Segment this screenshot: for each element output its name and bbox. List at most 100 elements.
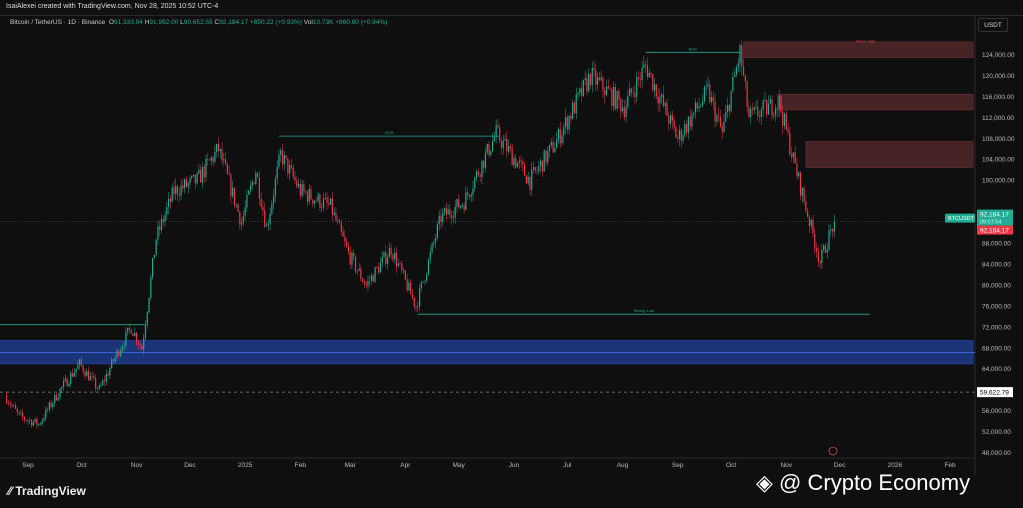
candle-body bbox=[794, 152, 796, 164]
candle-body bbox=[491, 140, 494, 151]
candle-body bbox=[246, 194, 248, 208]
candle-body bbox=[709, 84, 711, 103]
candle-body bbox=[570, 115, 572, 119]
currency-button[interactable]: USDT bbox=[978, 18, 1008, 32]
candle-body bbox=[6, 395, 8, 404]
candle-body bbox=[132, 333, 134, 336]
candle-body bbox=[659, 97, 661, 104]
candle-body bbox=[798, 172, 800, 177]
candle-body bbox=[680, 130, 682, 141]
candle-body bbox=[819, 261, 821, 264]
candle-body bbox=[86, 371, 88, 377]
candle-body bbox=[18, 411, 20, 414]
candle-body bbox=[305, 191, 307, 193]
candle-body bbox=[185, 179, 188, 187]
candle-body bbox=[614, 87, 616, 109]
candle-body bbox=[134, 332, 136, 336]
candle-body bbox=[810, 219, 812, 227]
y-tick-label: 104,000.00 bbox=[982, 157, 1015, 164]
candle-body bbox=[212, 157, 214, 162]
candle-body bbox=[684, 124, 686, 136]
candle-body bbox=[274, 178, 277, 196]
x-tick-label: Aug bbox=[617, 462, 629, 469]
candle-body bbox=[41, 420, 43, 424]
candle-body bbox=[330, 198, 332, 205]
candle-body bbox=[744, 75, 746, 82]
candle-body bbox=[613, 87, 615, 106]
candle-body bbox=[805, 201, 807, 211]
candle-body bbox=[513, 158, 515, 166]
candle-body bbox=[436, 224, 438, 238]
candle-body bbox=[203, 166, 205, 178]
candle-body bbox=[807, 210, 809, 217]
candle-body bbox=[257, 172, 259, 178]
candle-body bbox=[205, 159, 207, 178]
candle-body bbox=[116, 350, 118, 357]
candle-body bbox=[538, 165, 540, 171]
candle-body bbox=[164, 214, 166, 222]
candle-body bbox=[214, 151, 216, 162]
prev-price-text: 92,184.17 bbox=[980, 228, 1009, 235]
candle-body bbox=[356, 270, 358, 272]
candle-body bbox=[200, 169, 202, 183]
candle-body bbox=[669, 115, 672, 124]
candle-body bbox=[207, 159, 209, 160]
y-tick-label: 100,000.00 bbox=[982, 178, 1015, 185]
candle-body bbox=[386, 257, 389, 264]
candle-body bbox=[388, 248, 390, 258]
candle-body bbox=[604, 90, 606, 96]
candle-body bbox=[394, 252, 396, 260]
candle-body bbox=[22, 412, 24, 417]
candle-body bbox=[283, 155, 285, 165]
x-tick-label: Apr bbox=[400, 462, 411, 469]
candle-body bbox=[465, 192, 467, 211]
candle-body bbox=[102, 380, 104, 386]
x-tick-label: Oct bbox=[726, 462, 736, 469]
y-tick-label: 76,000.00 bbox=[982, 303, 1011, 310]
candle-body bbox=[223, 159, 225, 161]
candle-body bbox=[324, 197, 326, 199]
candle-body bbox=[764, 100, 766, 101]
candle-body bbox=[475, 171, 478, 178]
candle-body bbox=[374, 267, 376, 282]
candle-body bbox=[191, 176, 193, 179]
candle-body bbox=[518, 160, 520, 163]
x-tick-label: Feb bbox=[295, 462, 307, 469]
candle-body bbox=[16, 408, 18, 412]
candle-body bbox=[650, 72, 652, 75]
candle-body bbox=[23, 416, 26, 420]
candle-body bbox=[46, 409, 49, 410]
candle-body bbox=[11, 405, 13, 406]
candle-body bbox=[591, 67, 593, 86]
candle-body bbox=[45, 409, 47, 419]
candle-body bbox=[456, 199, 458, 207]
candle-body bbox=[426, 273, 428, 281]
candle-body bbox=[632, 92, 634, 94]
candle-body bbox=[636, 76, 638, 97]
candle-body bbox=[531, 169, 533, 190]
marker-price-text: 59,622.79 bbox=[980, 390, 1009, 397]
supply-zone bbox=[805, 141, 974, 168]
price-chart[interactable]: 48,000.00 52,000.00 56,000.00 64,000.00 68,0… bbox=[0, 0, 1023, 508]
level-label: Weak High bbox=[856, 38, 876, 43]
candle-body bbox=[762, 100, 764, 110]
candle-body bbox=[395, 252, 398, 267]
candle-body bbox=[219, 149, 221, 152]
candle-body bbox=[68, 383, 70, 387]
candle-body bbox=[89, 376, 91, 381]
candle-body bbox=[153, 254, 155, 259]
candle-body bbox=[673, 120, 675, 128]
candle-body bbox=[340, 222, 342, 232]
candle-body bbox=[150, 277, 152, 298]
candle-body bbox=[646, 64, 649, 78]
candle-body bbox=[792, 152, 794, 158]
candle-body bbox=[313, 200, 316, 204]
candle-body bbox=[381, 256, 383, 263]
candle-body bbox=[557, 129, 560, 140]
candle-body bbox=[322, 198, 325, 208]
candle-body bbox=[14, 405, 17, 409]
candle-body bbox=[406, 279, 408, 291]
candle-body bbox=[682, 135, 684, 141]
candle-body bbox=[354, 256, 357, 272]
candle-body bbox=[584, 78, 586, 80]
